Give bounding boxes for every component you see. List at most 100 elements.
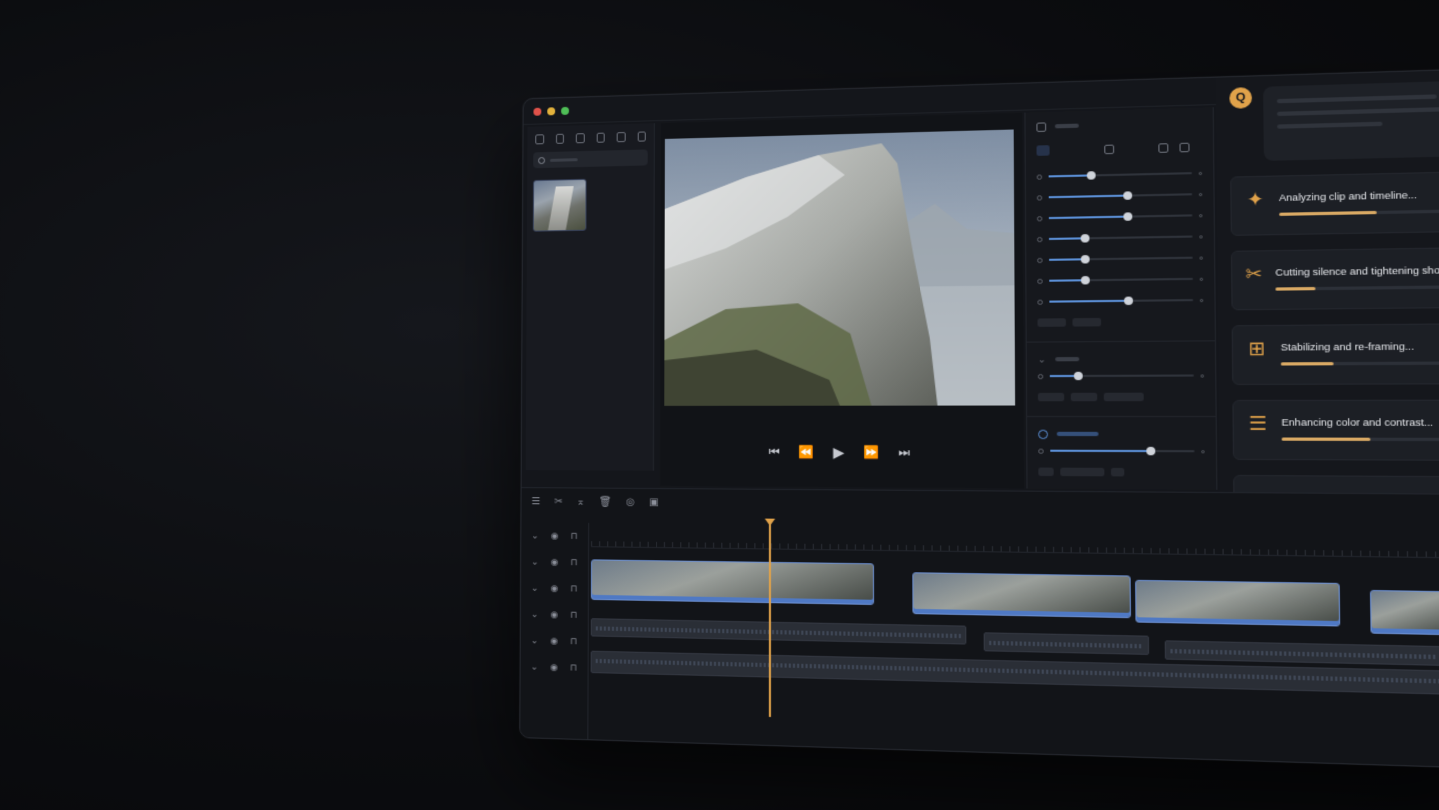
split-icon[interactable]: ⌅	[577, 496, 585, 507]
reset-dot[interactable]	[1199, 171, 1202, 174]
timeline-ruler[interactable]	[591, 523, 1439, 559]
scissors-icon[interactable]: ✂	[554, 496, 562, 507]
slider[interactable]	[1050, 374, 1194, 377]
step-label: Analyzing clip and timeline...	[1279, 189, 1439, 204]
value-field[interactable]	[1104, 393, 1144, 402]
slider-knob[interactable]	[1123, 212, 1132, 221]
lock-icon[interactable]: ⊓	[570, 635, 577, 646]
slider-knob[interactable]	[1123, 191, 1132, 200]
reset-dot[interactable]	[1201, 450, 1204, 453]
media-thumbnail[interactable]	[533, 179, 587, 232]
step-body: Enhancing color and contrast...	[1281, 414, 1439, 441]
reset-dot[interactable]	[1199, 235, 1202, 238]
playhead[interactable]	[769, 521, 771, 717]
lock-icon[interactable]: ▣	[649, 497, 659, 508]
value-field[interactable]	[1038, 468, 1053, 477]
slider[interactable]	[1049, 278, 1193, 282]
grid-icon[interactable]	[535, 134, 543, 144]
rewind-button[interactable]: ⏪	[799, 446, 815, 458]
tab-text[interactable]	[1179, 142, 1189, 152]
media-search-input[interactable]	[533, 149, 648, 168]
reset-dot[interactable]	[1200, 298, 1203, 301]
video-clip[interactable]	[591, 559, 874, 605]
video-clip[interactable]	[1370, 590, 1439, 635]
skip-to-end-button[interactable]: ⏭	[898, 446, 910, 459]
video-frame[interactable]	[664, 130, 1015, 406]
export-icon[interactable]	[637, 131, 646, 141]
slider[interactable]	[1049, 193, 1192, 198]
divider	[1027, 340, 1215, 342]
play-button[interactable]: ▶	[833, 446, 844, 458]
parameter-icon	[1038, 448, 1043, 453]
slider-knob[interactable]	[1124, 297, 1133, 306]
slider[interactable]	[1049, 172, 1192, 177]
slider[interactable]	[1049, 214, 1193, 219]
audio-icon[interactable]	[576, 133, 584, 143]
eye-icon[interactable]: ◉	[551, 556, 559, 567]
chevron-down-icon[interactable]: ⌄	[531, 556, 539, 567]
lock-icon[interactable]: ⊓	[570, 662, 577, 673]
folder-icon[interactable]	[617, 132, 626, 142]
slider-knob[interactable]	[1080, 234, 1089, 243]
transport-controls: ⏮ ⏪ ▶ ⏩ ⏭	[660, 445, 1024, 459]
chevron-down-icon[interactable]: ⌄	[1038, 354, 1046, 366]
lock-icon[interactable]: ⊓	[570, 557, 577, 568]
eye-icon[interactable]: ◉	[550, 582, 558, 593]
value-field[interactable]	[1111, 468, 1124, 477]
minimize-window-button[interactable]	[547, 107, 555, 115]
slider[interactable]	[1049, 257, 1193, 261]
snap-icon[interactable]: ◎	[626, 496, 635, 507]
ai-avatar-icon: Q	[1229, 87, 1252, 109]
slider-knob[interactable]	[1080, 276, 1089, 285]
slider-fill	[1049, 216, 1127, 220]
slider[interactable]	[1049, 235, 1193, 239]
value-field[interactable]	[1071, 393, 1097, 401]
eye-icon[interactable]: ◉	[550, 635, 558, 646]
transitions-icon[interactable]	[596, 133, 605, 143]
chevron-down-icon[interactable]: ⌄	[531, 635, 539, 646]
audio-clip[interactable]	[984, 632, 1149, 655]
reset-dot[interactable]	[1200, 277, 1203, 280]
lock-icon[interactable]: ⊓	[570, 530, 577, 541]
slider-knob[interactable]	[1080, 255, 1089, 264]
skip-to-start-button[interactable]: ⏮	[769, 446, 780, 458]
maximize-window-button[interactable]	[561, 106, 569, 114]
value-field[interactable]	[1037, 318, 1065, 327]
reset-dot[interactable]	[1199, 192, 1202, 195]
tab-color[interactable]	[1104, 144, 1114, 154]
video-clip[interactable]	[1135, 580, 1340, 627]
value-field[interactable]	[1038, 393, 1064, 401]
reset-dot[interactable]	[1201, 374, 1204, 377]
chevron-down-icon[interactable]: ⌄	[531, 582, 539, 593]
slider-knob[interactable]	[1146, 447, 1155, 456]
eye-icon[interactable]: ◉	[550, 609, 558, 620]
value-field[interactable]	[1060, 468, 1104, 477]
eye-icon[interactable]: ◉	[551, 530, 559, 541]
effects-icon[interactable]	[555, 134, 563, 144]
value-field[interactable]	[1072, 318, 1101, 327]
lock-icon[interactable]: ⊓	[570, 583, 577, 594]
slider[interactable]	[1049, 299, 1193, 303]
lock-icon[interactable]: ⊓	[570, 609, 577, 620]
sliders-icon: ☰	[1245, 414, 1270, 433]
audio-clip[interactable]	[1165, 640, 1439, 666]
step-progress-fill	[1279, 211, 1376, 216]
tab-audio[interactable]	[1158, 143, 1168, 153]
close-window-button[interactable]	[533, 107, 541, 115]
reset-dot[interactable]	[1199, 256, 1202, 259]
menu-icon[interactable]: ☰	[531, 496, 540, 507]
trash-icon[interactable]: 🗑	[599, 496, 612, 507]
slider[interactable]	[1050, 450, 1194, 453]
divider	[1027, 416, 1215, 417]
chevron-down-icon[interactable]: ⌄	[531, 661, 539, 672]
chevron-down-icon[interactable]: ⌄	[531, 530, 539, 541]
audio-clip[interactable]	[591, 618, 967, 644]
reset-dot[interactable]	[1199, 214, 1202, 217]
tab-video[interactable]	[1037, 145, 1050, 156]
slider-knob[interactable]	[1087, 171, 1096, 180]
slider-knob[interactable]	[1074, 372, 1083, 380]
chevron-down-icon[interactable]: ⌄	[531, 608, 539, 619]
video-clip[interactable]	[912, 572, 1131, 618]
fast-forward-button[interactable]: ⏩	[864, 446, 880, 458]
eye-icon[interactable]: ◉	[550, 661, 558, 672]
